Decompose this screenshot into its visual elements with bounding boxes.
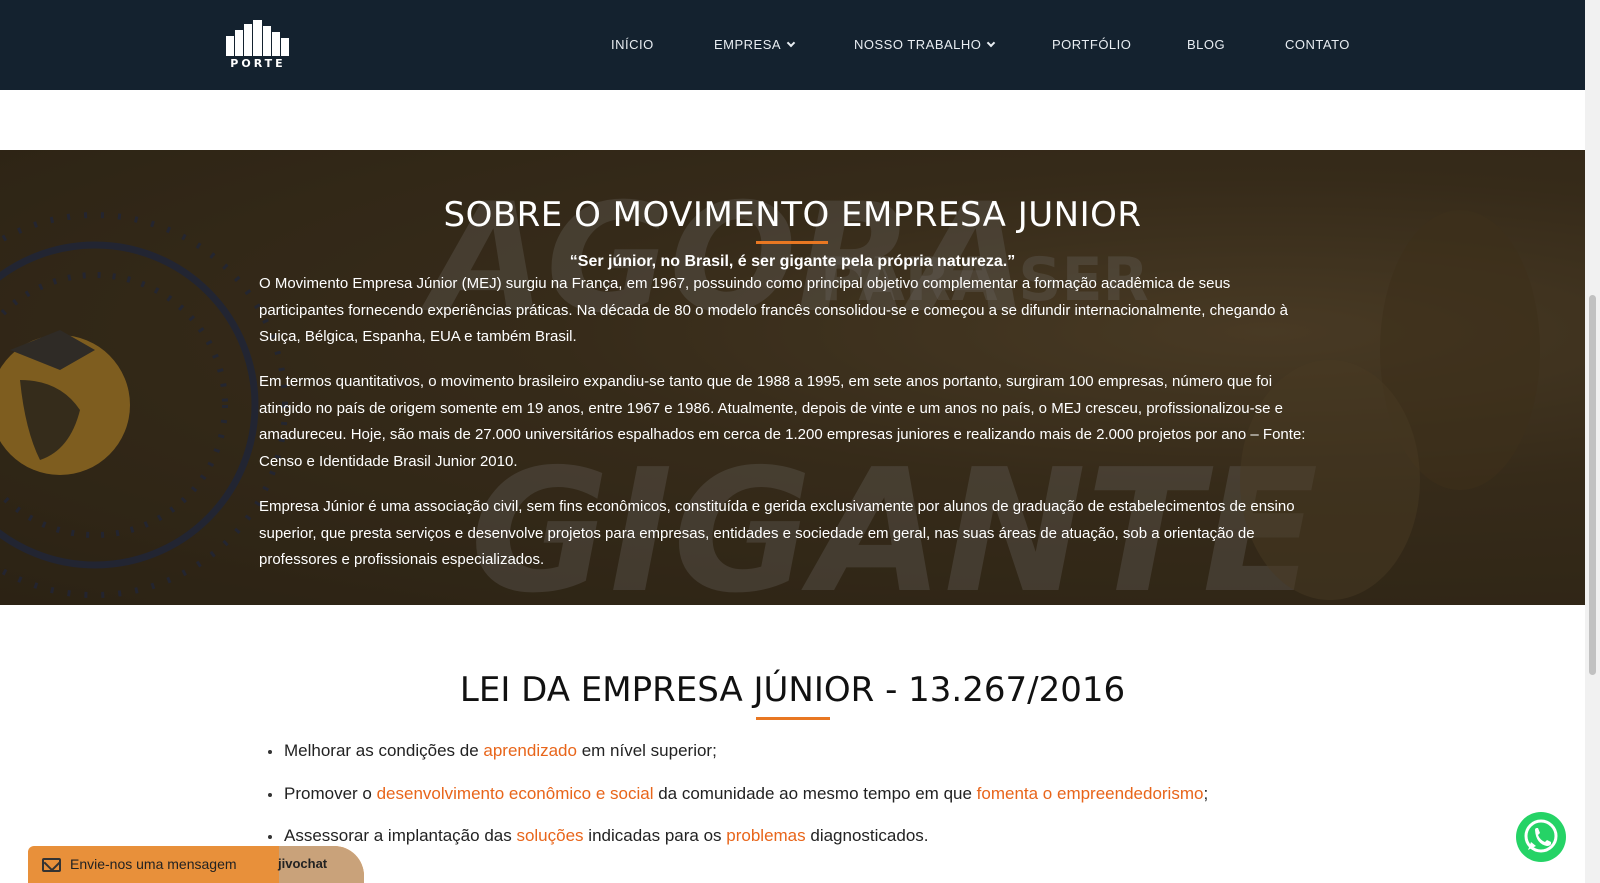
buildings-icon: [226, 20, 289, 56]
item-text: Melhorar as condições de: [284, 741, 484, 760]
item-text: da comunidade ao mesmo tempo em que: [653, 783, 977, 803]
whatsapp-button[interactable]: [1516, 812, 1566, 862]
item-text: Promover o: [284, 783, 377, 803]
nav-label: EMPRESA: [714, 37, 782, 52]
highlight-text: desenvolvimento econômico e social: [376, 783, 654, 803]
paragraph: Em termos quantitativos, o movimento bra…: [259, 373, 1306, 470]
nav-empresa[interactable]: EMPRESA: [714, 37, 796, 52]
item-text: diagnosticados.: [805, 826, 929, 845]
item-text: indicadas para os: [583, 826, 727, 845]
nav-blog[interactable]: BLOG: [1187, 37, 1225, 52]
mail-icon: [42, 858, 61, 872]
nav-nosso-trabalho[interactable]: NOSSO TRABALHO: [854, 37, 996, 52]
mej-section: AGORA PARA SER GIGANTE SOBRE O MOVIMENTO…: [0, 150, 1585, 605]
highlight-text: aprendizado: [483, 741, 577, 760]
item-text: ;: [1203, 783, 1209, 803]
highlight-text: fomenta o empreendedorismo: [976, 783, 1204, 803]
item-text: em nível superior;: [576, 741, 717, 760]
whatsapp-icon: [1524, 819, 1558, 853]
list-item: Melhorar as condições de aprendizado em …: [268, 736, 1208, 779]
nav-label: CONTATO: [1285, 37, 1350, 52]
nav-contato[interactable]: CONTATO: [1285, 37, 1350, 52]
highlight-text: soluções: [516, 826, 584, 845]
list-item: Promover o desenvolvimento econômico e s…: [268, 779, 1208, 822]
scrollbar-thumb[interactable]: [1589, 295, 1596, 675]
chevron-down-icon: [987, 38, 996, 47]
chevron-down-icon: [786, 38, 796, 47]
paragraph: Empresa Júnior é uma associação civil, s…: [259, 498, 1295, 568]
law-title: LEI DA EMPRESA JÚNIOR - 13.267/2016: [459, 670, 1126, 710]
nav-label: NOSSO TRABALHO: [854, 37, 982, 52]
title-underline: [756, 717, 830, 720]
porte-logo[interactable]: PORTE: [224, 20, 294, 72]
section-quote: “Ser júnior, no Brasil, é ser gigante pe…: [569, 253, 1016, 270]
list-item: Assessorar a implantação das soluções in…: [268, 821, 1208, 864]
nav-label: BLOG: [1187, 37, 1226, 52]
nav-label: PORTFÓLIO: [1052, 37, 1132, 52]
highlight-text: problemas: [726, 826, 806, 845]
paragraph: O Movimento Empresa Júnior (MEJ) surgiu …: [259, 275, 1288, 345]
law-list: Melhorar as condições de aprendizado em …: [268, 736, 1208, 864]
item-text: Assessorar a implantação das: [284, 826, 517, 845]
site-header: PORTE INÍCIO EMPRESA NOSSO TRABALHO PORT…: [0, 0, 1585, 90]
nav-inicio[interactable]: INÍCIO: [611, 37, 654, 52]
title-underline: [756, 241, 828, 244]
chat-widget[interactable]: Envie-nos uma mensagem jivochat: [28, 846, 364, 883]
chat-brand: jivochat: [278, 856, 328, 871]
chat-label: Envie-nos uma mensagem: [70, 856, 237, 872]
nav-label: INÍCIO: [611, 37, 654, 52]
logo-text: PORTE: [230, 57, 286, 70]
page-scrollbar[interactable]: [1585, 0, 1600, 883]
nav-portfolio[interactable]: PORTFÓLIO: [1052, 37, 1131, 52]
section-title: SOBRE O MOVIMENTO EMPRESA JUNIOR: [443, 195, 1142, 235]
